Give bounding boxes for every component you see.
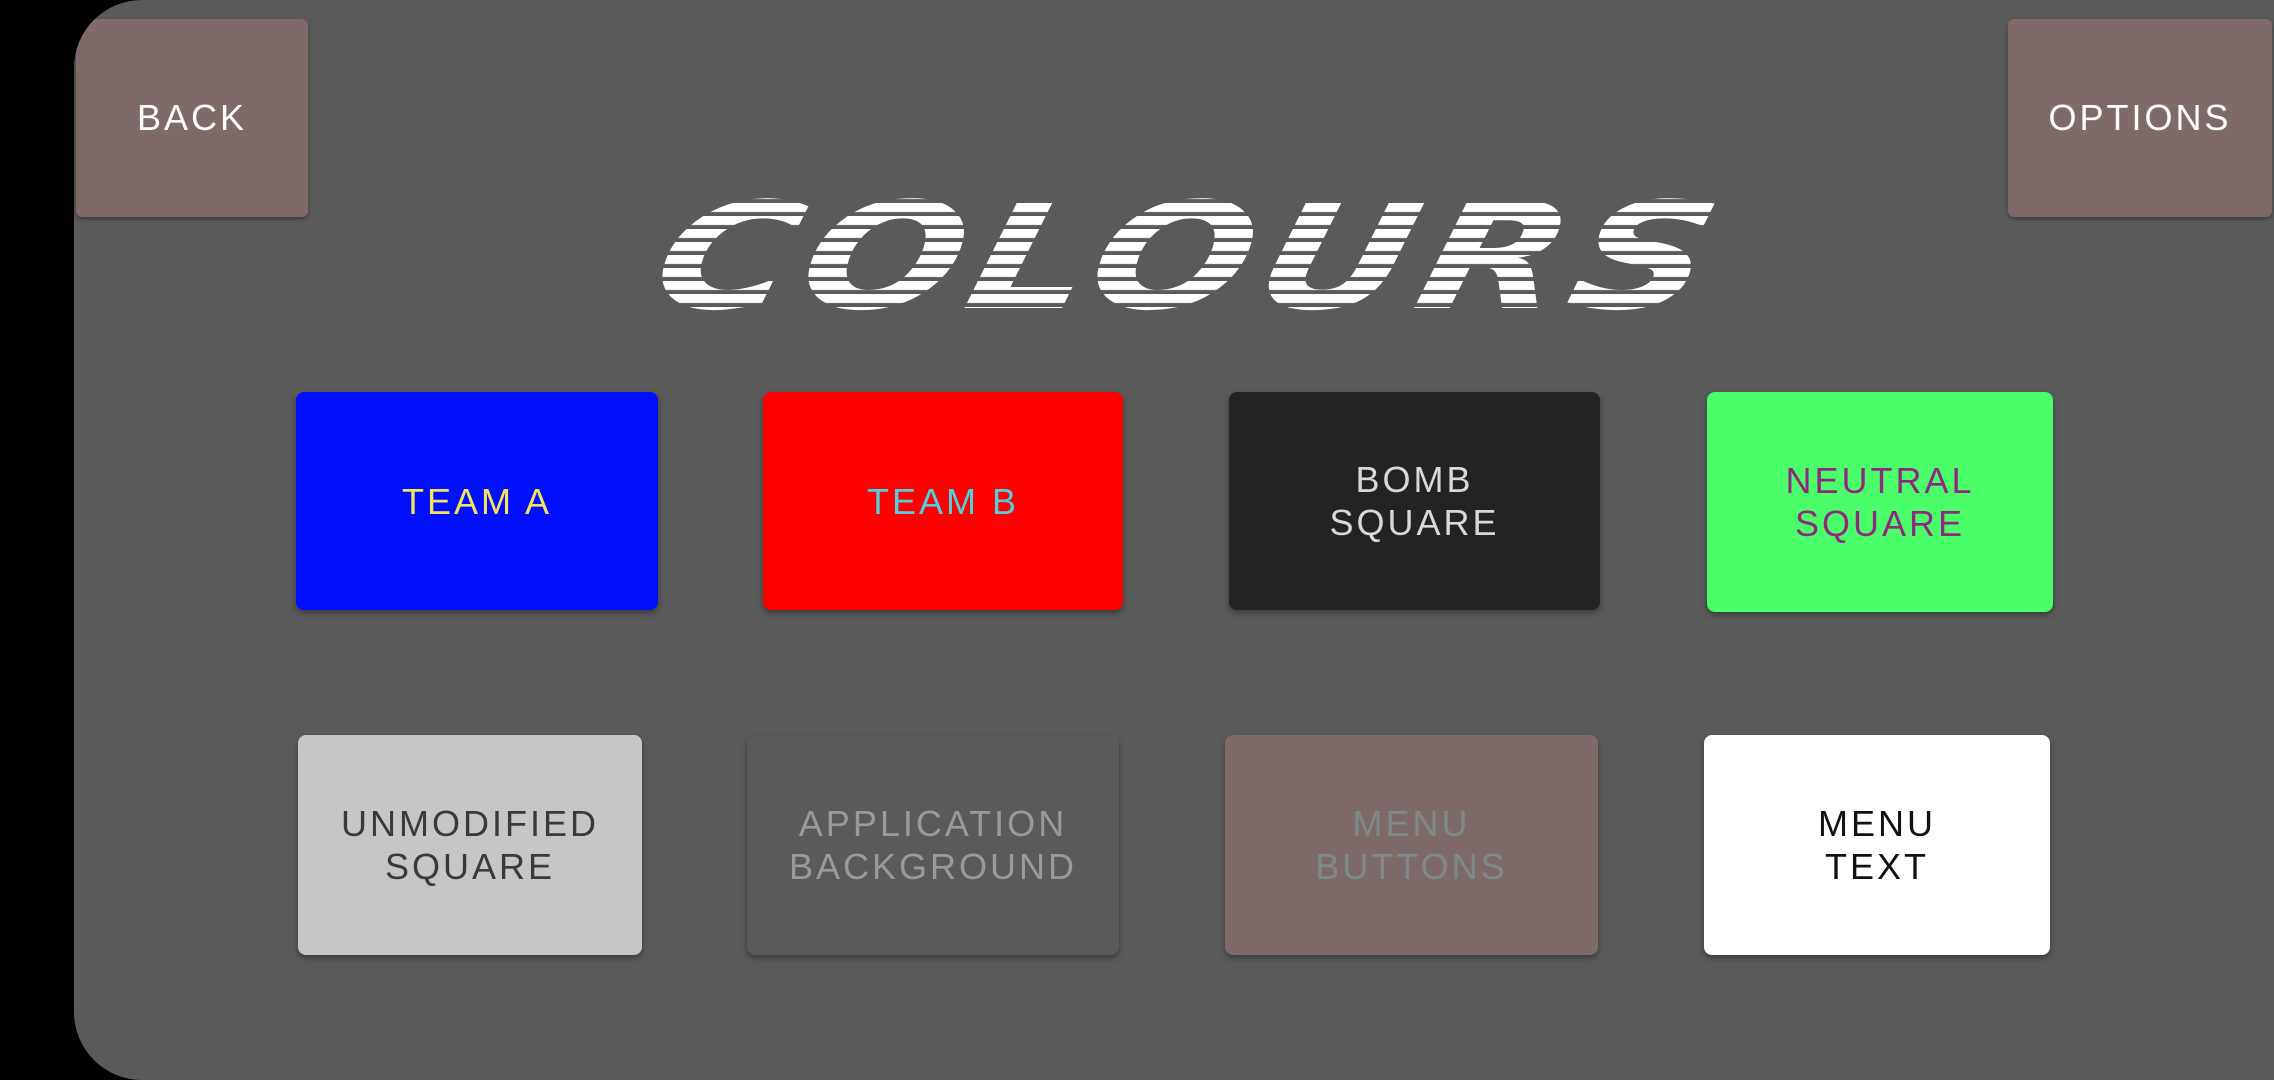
menu-buttons-colour-button[interactable]: MENU BUTTONS [1225, 735, 1598, 955]
unmodified-square-label: UNMODIFIED SQUARE [341, 803, 599, 887]
bomb-square-label: BOMB SQUARE [1329, 459, 1500, 543]
menu-text-colour-button[interactable]: MENU TEXT [1704, 735, 2050, 955]
team-a-colour-button[interactable]: TEAM A [296, 392, 658, 610]
team-b-label: TEAM B [866, 480, 1019, 522]
back-button-label: BACK [136, 97, 248, 138]
team-a-label: TEAM A [401, 480, 553, 522]
application-background-colour-button[interactable]: APPLICATION BACKGROUND [747, 735, 1119, 955]
options-button-label: OPTIONS [2048, 97, 2232, 138]
colours-screen: BACK OPTIONS COLOURS TEAM A TEAM B BOMB … [74, 0, 2274, 1080]
bomb-square-colour-button[interactable]: BOMB SQUARE [1229, 392, 1600, 610]
unmodified-square-colour-button[interactable]: UNMODIFIED SQUARE [298, 735, 642, 955]
neutral-square-colour-button[interactable]: NEUTRAL SQUARE [1707, 392, 2053, 612]
page-title-text: COLOURS [638, 190, 1738, 320]
options-button[interactable]: OPTIONS [2008, 19, 2272, 217]
team-b-colour-button[interactable]: TEAM B [763, 392, 1123, 610]
neutral-square-label: NEUTRAL SQUARE [1785, 460, 1975, 544]
menu-buttons-label: MENU BUTTONS [1315, 803, 1508, 887]
menu-text-label: MENU TEXT [1818, 803, 1936, 887]
page-title-logo: COLOURS [638, 190, 1738, 320]
page-title: COLOURS [638, 190, 1738, 320]
application-background-label: APPLICATION BACKGROUND [788, 803, 1078, 887]
back-button[interactable]: BACK [76, 19, 308, 217]
